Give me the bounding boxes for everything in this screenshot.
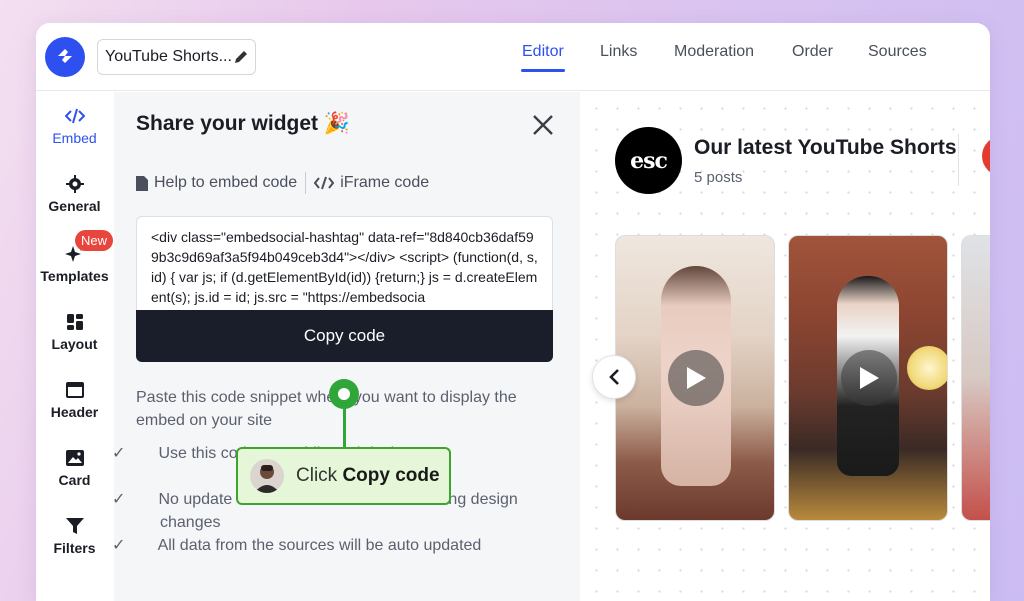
play-icon[interactable]	[668, 350, 724, 406]
chevron-left-icon	[609, 369, 619, 385]
layout-icon	[66, 314, 83, 330]
panel-title: Share your widget 🎉	[136, 112, 350, 136]
sidebar-item-label: Embed	[52, 130, 97, 146]
header-icon	[65, 382, 84, 398]
divider	[305, 172, 307, 194]
avatar	[250, 459, 284, 493]
close-icon[interactable]	[532, 114, 554, 136]
check-item: ✓ All data from the sources will be auto…	[112, 534, 536, 557]
sidebar: Embed General New Templates Layout Heade…	[36, 92, 114, 601]
sidebar-item-label: General	[48, 198, 101, 214]
party-icon: 🎉	[323, 112, 351, 135]
checkmark-icon: ✓	[112, 537, 126, 554]
preview-title: Our latest YouTube Shorts	[694, 136, 957, 159]
sidebar-item-header[interactable]: Header	[36, 380, 113, 420]
image-icon	[65, 450, 84, 466]
panel-title-text: Share your widget	[136, 112, 319, 135]
iframe-code-link[interactable]: iFrame code	[340, 174, 429, 192]
check-text: All data from the sources will be auto u…	[157, 537, 482, 554]
play-icon[interactable]	[841, 350, 897, 406]
divider	[958, 134, 959, 186]
tooltip-bold: Copy code	[342, 465, 440, 486]
sidebar-item-filters[interactable]: Filters	[36, 516, 113, 556]
sidebar-item-label: Filters	[53, 540, 96, 556]
video-thumbnail[interactable]	[961, 235, 990, 521]
tab-links[interactable]: Links	[600, 43, 637, 61]
widget-preview: esc Our latest YouTube Shorts 5 posts	[580, 92, 990, 601]
sidebar-item-label: Templates	[40, 268, 109, 284]
video-thumbnail[interactable]	[615, 235, 775, 521]
thumbnail-lamp	[907, 346, 947, 390]
sidebar-item-templates[interactable]: New Templates	[36, 230, 114, 284]
video-thumbnail[interactable]	[788, 235, 948, 521]
embed-code-textarea[interactable]: <div class="embedsocial-hashtag" data-re…	[136, 216, 553, 312]
tab-order[interactable]: Order	[792, 43, 833, 61]
sidebar-item-label: Card	[58, 472, 91, 488]
main-tabs: Editor Links Moderation Order Sources	[36, 23, 990, 91]
top-bar: YouTube Shorts... Editor Links Moderatio…	[36, 23, 990, 91]
tab-moderation[interactable]: Moderation	[674, 43, 754, 61]
sidebar-item-label: Layout	[51, 336, 98, 352]
sidebar-item-general[interactable]: General	[36, 174, 113, 214]
sidebar-item-card[interactable]: Card	[36, 448, 113, 488]
embed-links-row: Help to embed code iFrame code	[136, 172, 429, 194]
sidebar-item-label: Header	[50, 404, 99, 420]
tooltip-pointer-dot	[329, 379, 359, 409]
document-icon	[136, 175, 148, 191]
carousel-prev-button[interactable]	[592, 355, 636, 399]
help-embed-link[interactable]: Help to embed code	[154, 174, 297, 192]
checkmark-icon: ✓	[112, 491, 126, 508]
filter-icon	[65, 518, 84, 534]
share-panel: Share your widget 🎉 Help to embed code i…	[112, 92, 656, 601]
code-icon	[314, 176, 335, 190]
brand-logo: esc	[615, 127, 682, 194]
gear-icon	[65, 175, 84, 193]
sidebar-item-layout[interactable]: Layout	[36, 312, 113, 352]
app-window: YouTube Shorts... Editor Links Moderatio…	[36, 23, 990, 601]
guide-tooltip: Click Copy code	[236, 447, 451, 505]
sidebar-item-embed[interactable]: Embed	[36, 106, 113, 146]
active-tab-indicator	[521, 69, 565, 72]
tab-editor[interactable]: Editor	[522, 43, 564, 61]
tab-sources[interactable]: Sources	[868, 43, 927, 61]
tooltip-connector	[343, 408, 346, 448]
preview-post-count: 5 posts	[694, 169, 743, 186]
new-badge: New	[75, 230, 114, 251]
tooltip-prefix: Click	[296, 465, 338, 486]
tooltip-text: Click Copy code	[296, 465, 440, 487]
code-icon	[64, 108, 85, 124]
subscribe-button[interactable]	[982, 136, 990, 176]
checkmark-icon: ✓	[112, 445, 126, 462]
copy-code-button[interactable]: Copy code	[136, 310, 553, 362]
